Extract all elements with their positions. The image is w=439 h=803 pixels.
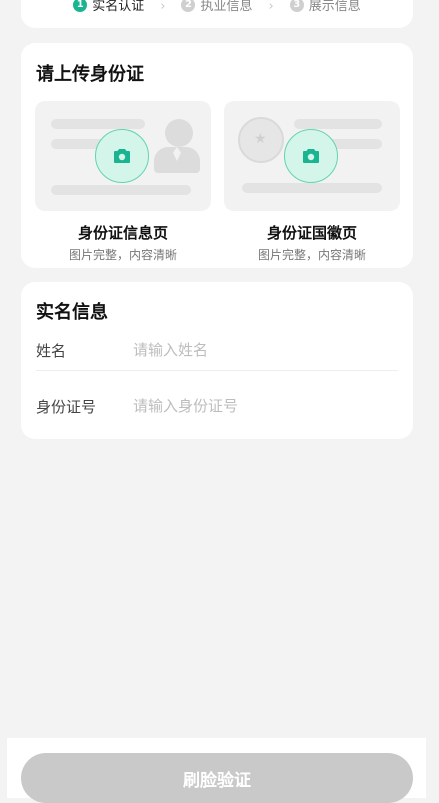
national-emblem-icon: ★ [238,117,284,163]
info-title: 实名信息 [36,302,108,323]
id-back-label: 身份证国徽页 [266,224,357,242]
placeholder-line [51,119,145,129]
name-input[interactable] [133,341,398,359]
step-display-info: 3 展示信息 [289,0,361,14]
camera-icon[interactable] [284,129,338,183]
placeholder-line [242,183,382,193]
chevron-right-icon: › [160,0,166,14]
portrait-head-icon [165,119,193,147]
camera-icon[interactable] [95,129,149,183]
step-real-name: 1 实名认证 [73,0,144,14]
id-back-upload[interactable]: ★ [224,101,400,211]
portrait-body-icon [154,147,200,173]
id-number-row: 身份证号 [36,386,398,426]
id-back-hint: 图片完整，内容清晰 [257,248,366,262]
step-label: 执业信息 [200,0,253,14]
name-row: 姓名 [36,330,398,371]
real-name-info-card: 实名信息 姓名 身份证号 [21,282,413,439]
upload-title: 请上传身份证 [36,64,144,85]
step-label: 实名认证 [92,0,145,14]
chevron-right-icon: › [268,0,274,14]
step-number: 3 [289,0,304,12]
placeholder-line [51,185,191,195]
step-indicator: 1 实名认证 › 2 执业信息 › 3 展示信息 [21,0,413,28]
id-front-hint: 图片完整，内容清晰 [68,248,177,262]
face-verify-button[interactable]: 刷脸验证 [21,753,413,803]
id-upload-card: 请上传身份证 ★ 身份证信息页 图片完整，内容清晰 身份证国徽页 图片完整，内容… [21,43,413,268]
step-number: 1 [73,0,88,12]
placeholder-line [294,119,382,129]
id-front-upload[interactable] [35,101,211,211]
id-number-label: 身份证号 [36,397,97,416]
step-number: 2 [181,0,196,12]
id-number-input[interactable] [133,397,398,415]
name-label: 姓名 [36,341,67,360]
step-label: 展示信息 [308,0,361,14]
id-front-label: 身份证信息页 [77,224,168,242]
step-practice-info: 2 执业信息 [181,0,253,14]
